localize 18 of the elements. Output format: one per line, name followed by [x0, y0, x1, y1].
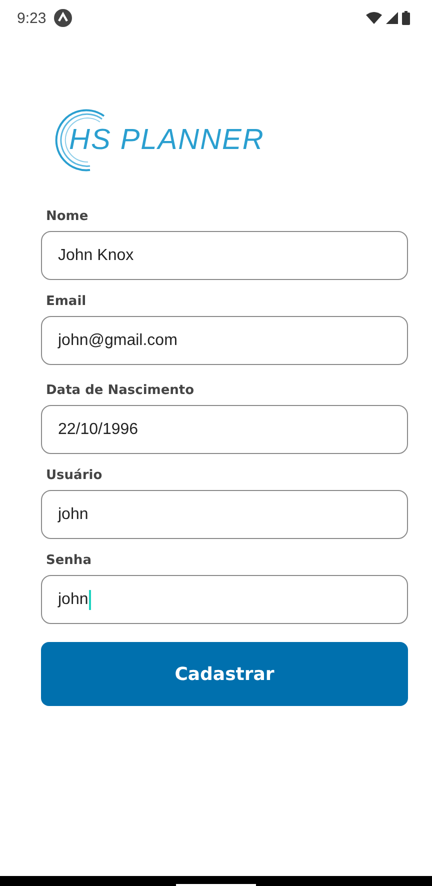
- input-field[interactable]: john: [41, 490, 408, 539]
- home-handle[interactable]: [176, 884, 256, 886]
- field-label: Senha: [46, 553, 92, 569]
- field-label: Usuário: [46, 468, 104, 484]
- notification-icon: [54, 9, 72, 27]
- status-time: 9:23: [17, 10, 46, 26]
- battery-icon: [402, 11, 410, 25]
- input-field[interactable]: John Knox: [41, 231, 408, 280]
- logo-text: HS PLANNER: [69, 124, 264, 156]
- input-field[interactable]: john@gmail.com: [41, 316, 408, 365]
- submit-button[interactable]: Cadastrar: [41, 642, 408, 706]
- wifi-icon: [366, 12, 382, 24]
- input-field[interactable]: 22/10/1996: [41, 405, 408, 454]
- field-label: Data de Nascimento: [46, 383, 196, 399]
- field-label: Nome: [46, 209, 90, 225]
- input-field[interactable]: john: [41, 575, 408, 624]
- signal-icon: [386, 12, 398, 24]
- field-label: Email: [46, 294, 88, 310]
